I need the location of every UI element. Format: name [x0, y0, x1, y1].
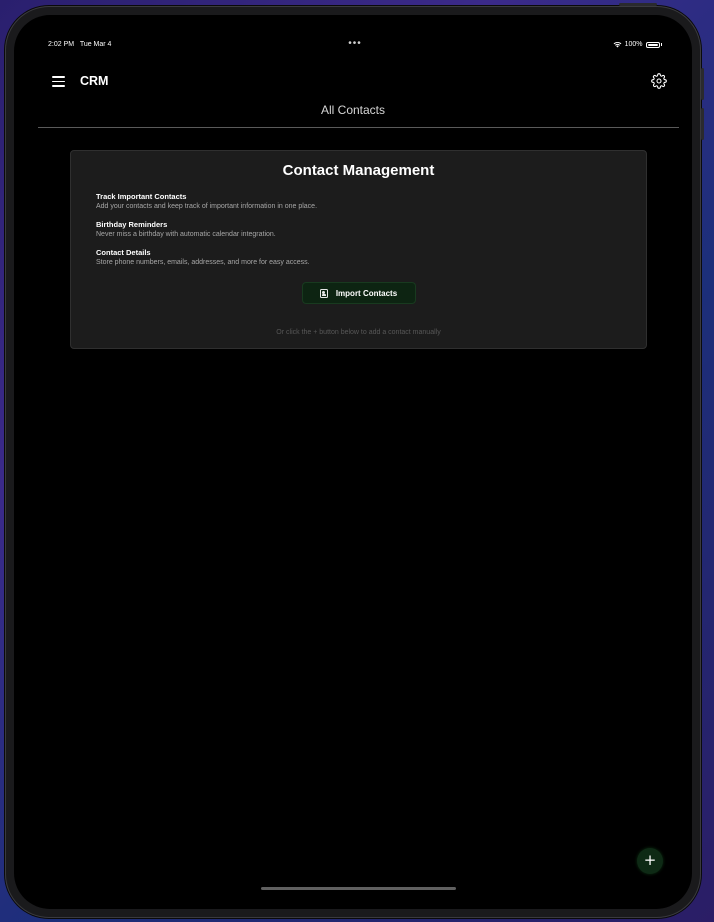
page-heading: All Contacts: [320, 103, 386, 117]
battery-icon: [645, 41, 660, 48]
battery-percent: 100%: [624, 41, 643, 48]
card-title: Contact Management: [282, 162, 435, 179]
feature-title: Track Important Contacts: [96, 192, 187, 201]
app-screen: 2:02 PM Tue Mar 4 ••• 100% CRM All Conta…: [14, 15, 692, 909]
feature-description: Add your contacts and keep track of impo…: [96, 203, 318, 210]
feature-title: Birthday Reminders: [96, 220, 168, 229]
feature-description: Store phone numbers, emails, addresses, …: [96, 259, 310, 266]
status-indicators: 100%: [613, 41, 662, 48]
battery-cap: [660, 43, 662, 46]
volume-up-button: [701, 68, 704, 100]
feature-contact-details: Contact Details Store phone numbers, ema…: [96, 248, 626, 268]
add-contact-hint: Or click the + button below to add a con…: [276, 329, 441, 336]
home-indicator[interactable]: [261, 887, 456, 890]
status-time: 2:02 PM: [48, 41, 75, 48]
feature-birthday-reminders: Birthday Reminders Never miss a birthday…: [96, 220, 626, 240]
status-time-date: 2:02 PM Tue Mar 4: [48, 41, 111, 48]
plus-icon: +: [643, 851, 657, 869]
status-bar: 2:02 PM Tue Mar 4 ••• 100%: [48, 38, 662, 53]
status-date: Tue Mar 4: [79, 41, 112, 48]
hamburger-menu-icon[interactable]: [52, 76, 65, 88]
import-contacts-button[interactable]: Import Contacts: [301, 282, 416, 304]
import-contacts-label: Import Contacts: [335, 288, 398, 298]
top-button: [619, 3, 657, 6]
header-divider: [38, 127, 679, 128]
volume-down-button: [701, 108, 704, 140]
wifi-icon: [613, 41, 621, 48]
app-title: CRM: [80, 74, 109, 88]
feature-description: Never miss a birthday with automatic cal…: [96, 231, 276, 238]
ipad-frame: 2:02 PM Tue Mar 4 ••• 100% CRM All Conta…: [5, 6, 701, 918]
multitask-indicator[interactable]: •••: [348, 38, 362, 49]
contact-management-card: Contact Management Track Important Conta…: [70, 150, 647, 349]
top-nav-bar: CRM: [14, 71, 692, 95]
feature-title: Contact Details: [96, 248, 151, 257]
contact-card-icon: [319, 288, 328, 298]
feature-track-contacts: Track Important Contacts Add your contac…: [96, 192, 626, 212]
add-contact-button[interactable]: +: [637, 848, 663, 874]
gear-icon[interactable]: [651, 73, 667, 89]
